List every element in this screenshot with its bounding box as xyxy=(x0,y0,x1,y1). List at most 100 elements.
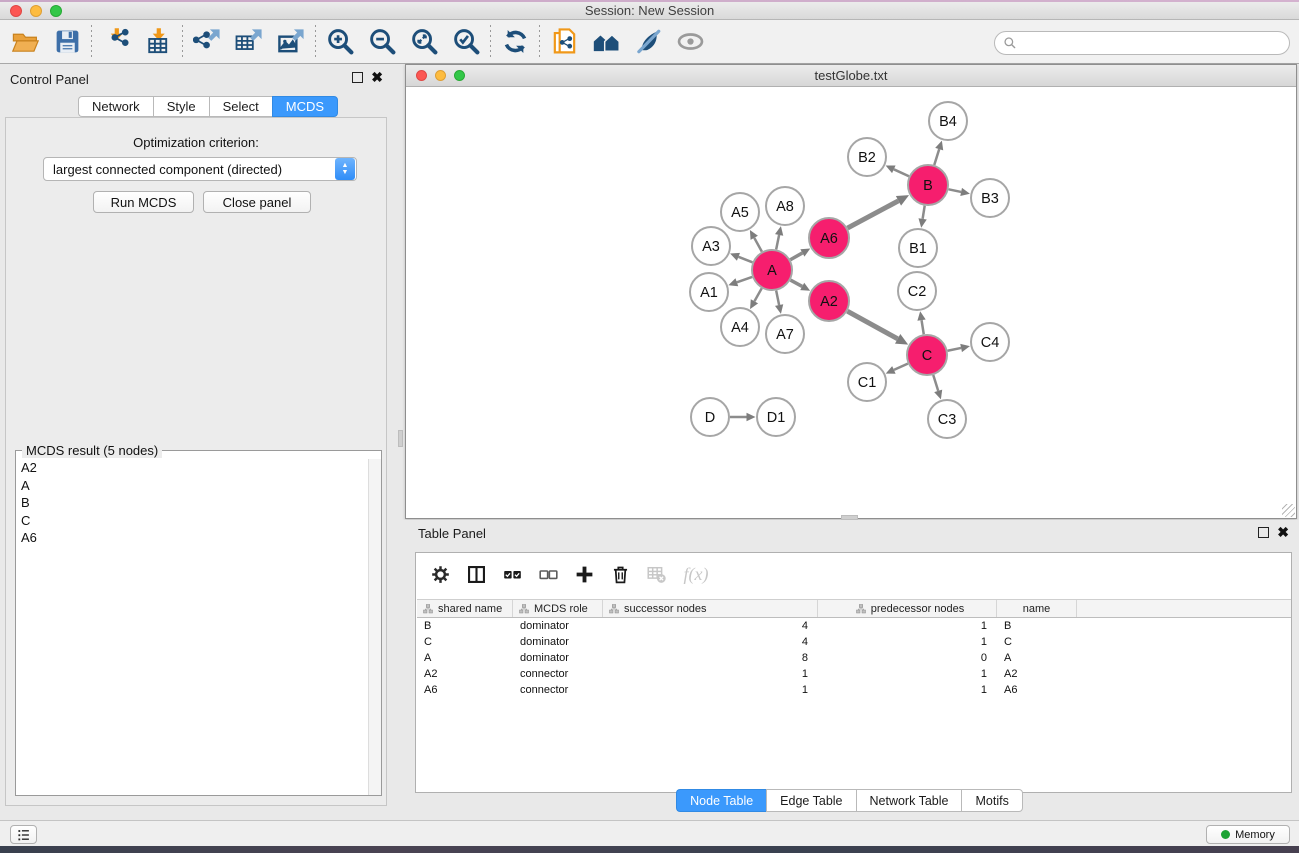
table-cell[interactable]: 0 xyxy=(818,652,997,664)
edge-C-C3[interactable] xyxy=(933,375,938,391)
import-network-button[interactable] xyxy=(95,23,137,61)
edge-A-A7[interactable] xyxy=(776,291,779,306)
mcds-result-list[interactable]: A2ABCA6 xyxy=(16,459,381,795)
tab-network[interactable]: Network xyxy=(78,96,153,117)
result-item[interactable]: A xyxy=(16,477,381,495)
zoom-fit-button[interactable] xyxy=(403,23,445,61)
tab-style[interactable]: Style xyxy=(153,96,209,117)
run-mcds-button[interactable]: Run MCDS xyxy=(93,191,194,213)
edge-B-B4[interactable] xyxy=(934,149,939,165)
edge-A-A2[interactable] xyxy=(790,280,802,286)
table-cell[interactable]: B xyxy=(417,620,513,632)
table-row[interactable]: A6connector11A6 xyxy=(417,682,1291,698)
table-row[interactable]: Bdominator41B xyxy=(417,618,1291,634)
close-panel-icon[interactable]: ✖ xyxy=(371,72,383,83)
search-field[interactable] xyxy=(994,31,1290,55)
tab-motifs[interactable]: Motifs xyxy=(961,789,1022,812)
close-table-panel-icon[interactable]: ✖ xyxy=(1277,527,1289,538)
edge-C-C1[interactable] xyxy=(894,364,908,370)
select-all-button[interactable] xyxy=(494,557,530,591)
table-cell[interactable]: 8 xyxy=(603,652,818,664)
tab-edge-table[interactable]: Edge Table xyxy=(766,789,855,812)
table-cell[interactable]: 1 xyxy=(818,684,997,696)
home-button[interactable] xyxy=(585,23,627,61)
deselect-all-button[interactable] xyxy=(530,557,566,591)
save-button[interactable] xyxy=(46,23,88,61)
network-window-titlebar[interactable]: testGlobe.txt xyxy=(406,65,1296,87)
edge-A-A8[interactable] xyxy=(776,235,779,250)
settings-gear-button[interactable] xyxy=(422,557,458,591)
tab-mcds[interactable]: MCDS xyxy=(272,96,338,117)
result-item[interactable]: A2 xyxy=(16,459,381,477)
edge-A-A1[interactable] xyxy=(737,277,752,282)
export-table-button[interactable] xyxy=(228,23,270,61)
zoom-out-button[interactable] xyxy=(361,23,403,61)
network-canvas[interactable]: B4B2BB3A8A5A6A3B1AC2A1A2A4A7C4CC1DD1C3 xyxy=(406,87,1296,518)
table-cell[interactable]: 1 xyxy=(818,636,997,648)
table-row[interactable]: Cdominator41C xyxy=(417,634,1291,650)
table-cell[interactable]: A xyxy=(417,652,513,664)
table-cell[interactable]: 1 xyxy=(603,684,818,696)
zoom-selected-button[interactable] xyxy=(445,23,487,61)
edge-A-A4[interactable] xyxy=(754,288,761,301)
task-history-button[interactable] xyxy=(10,825,37,844)
result-item[interactable]: A6 xyxy=(16,529,381,547)
zoom-in-button[interactable] xyxy=(319,23,361,61)
import-table-button[interactable] xyxy=(137,23,179,61)
float-panel-icon[interactable] xyxy=(352,72,363,83)
table-cell[interactable]: B xyxy=(997,620,1077,632)
export-network-button[interactable] xyxy=(186,23,228,61)
table-cell[interactable]: A2 xyxy=(417,668,513,680)
table-cell[interactable]: connector xyxy=(513,668,603,680)
table-cell[interactable]: C xyxy=(997,636,1077,648)
result-scrollbar[interactable] xyxy=(368,459,381,795)
refresh-button[interactable] xyxy=(494,23,536,61)
table-cell[interactable]: dominator xyxy=(513,652,603,664)
column-header-MCDS-role[interactable]: MCDS role xyxy=(513,600,603,617)
edge-C-C2[interactable] xyxy=(922,320,924,334)
edge-A-A3[interactable] xyxy=(738,257,752,263)
table-cell[interactable]: 4 xyxy=(603,620,818,632)
tab-node-table[interactable]: Node Table xyxy=(676,789,766,812)
search-input[interactable] xyxy=(1021,36,1281,50)
open-folder-button[interactable] xyxy=(4,23,46,61)
column-header-name[interactable]: name xyxy=(997,600,1077,617)
tab-select[interactable]: Select xyxy=(209,96,272,117)
show-columns-button[interactable] xyxy=(458,557,494,591)
table-cell[interactable]: C xyxy=(417,636,513,648)
table-cell[interactable]: A2 xyxy=(997,668,1077,680)
network-graph[interactable]: B4B2BB3A8A5A6A3B1AC2A1A2A4A7C4CC1DD1C3 xyxy=(406,87,1296,518)
table-cell[interactable]: A6 xyxy=(997,684,1077,696)
add-row-button[interactable] xyxy=(566,557,602,591)
table-cell[interactable]: 1 xyxy=(603,668,818,680)
edge-A-A5[interactable] xyxy=(754,238,762,252)
criterion-dropdown[interactable]: largest connected component (directed) ▲… xyxy=(43,157,357,181)
table-cell[interactable]: 1 xyxy=(818,620,997,632)
edge-A2-C[interactable] xyxy=(847,311,897,339)
edge-C-C4[interactable] xyxy=(948,348,962,351)
table-cell[interactable]: A xyxy=(997,652,1077,664)
tab-network-table[interactable]: Network Table xyxy=(856,789,962,812)
column-header-successor-nodes[interactable]: successor nodes xyxy=(603,600,818,617)
splitter-handle-left[interactable] xyxy=(398,430,403,447)
export-image-button[interactable] xyxy=(270,23,312,61)
eye-button[interactable] xyxy=(669,23,711,61)
edge-B-B3[interactable] xyxy=(949,189,962,192)
table-cell[interactable]: connector xyxy=(513,684,603,696)
style-toggle-button[interactable] xyxy=(627,23,669,61)
table-row[interactable]: Adominator80A xyxy=(417,650,1291,666)
copy-network-button[interactable] xyxy=(543,23,585,61)
table-cell[interactable]: 4 xyxy=(603,636,818,648)
table-cell[interactable]: A6 xyxy=(417,684,513,696)
resize-grip[interactable] xyxy=(1282,504,1295,517)
column-header-predecessor-nodes[interactable]: predecessor nodes xyxy=(818,600,997,617)
memory-button[interactable]: Memory xyxy=(1206,825,1290,844)
edge-B-B2[interactable] xyxy=(894,169,909,176)
table-cell[interactable]: dominator xyxy=(513,620,603,632)
edge-B-B1[interactable] xyxy=(923,206,925,219)
column-header-shared-name[interactable]: shared name xyxy=(417,600,513,617)
delete-row-button[interactable] xyxy=(602,557,638,591)
close-panel-button[interactable]: Close panel xyxy=(203,191,311,213)
result-item[interactable]: C xyxy=(16,512,381,530)
result-item[interactable]: B xyxy=(16,494,381,512)
